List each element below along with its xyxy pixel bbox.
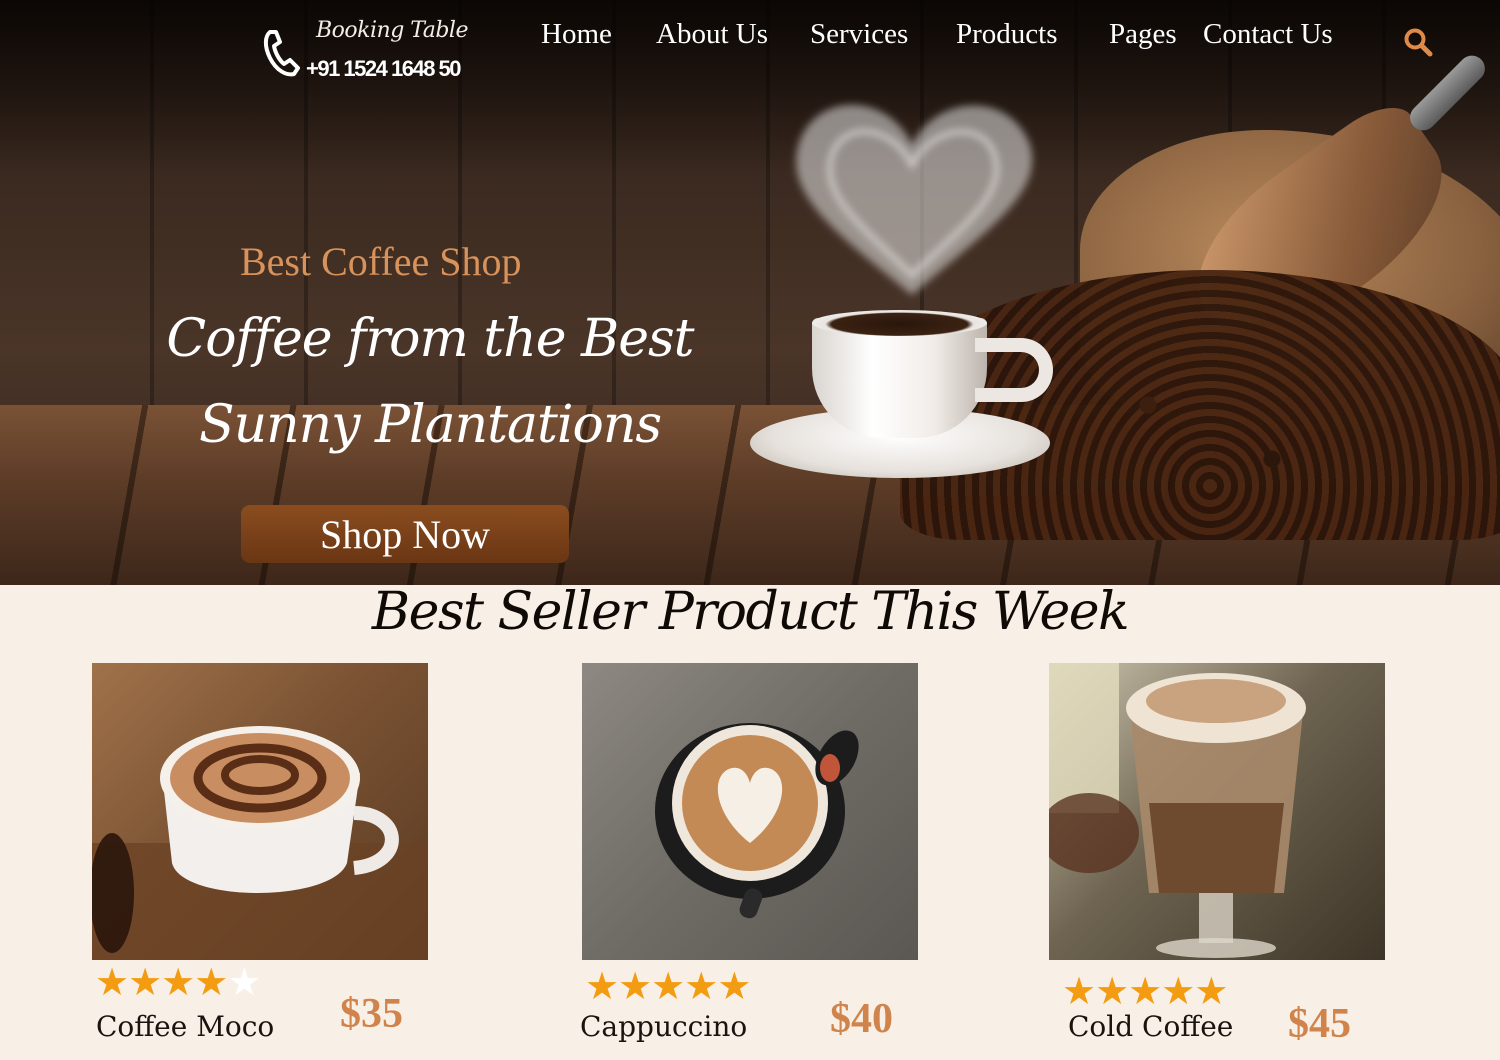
search-icon[interactable] — [1402, 26, 1434, 58]
shop-now-button[interactable]: Shop Now — [241, 505, 569, 563]
rating-cappuccino: ★★★★★ — [585, 964, 751, 1008]
product-image-cold-coffee[interactable] — [1049, 663, 1385, 960]
star-icon: ★ — [651, 964, 685, 1008]
booking-table-contact[interactable]: Booking Table +91 1524 1648 50 — [262, 18, 502, 88]
heart-steam — [796, 104, 1033, 295]
star-icon: ★ — [1161, 969, 1195, 1013]
product-image-coffee-moco[interactable] — [92, 663, 428, 960]
star-icon: ★ — [618, 964, 652, 1008]
star-icon: ★ — [95, 960, 129, 1004]
nav-pages[interactable]: Pages — [1109, 18, 1177, 51]
star-icon: ★ — [684, 964, 718, 1008]
product-name-cappuccino[interactable]: Cappuccino — [580, 1010, 747, 1043]
booking-phone[interactable]: +91 1524 1648 50 — [306, 56, 462, 82]
product-price-cold-coffee: $45 — [1288, 1001, 1351, 1047]
product-price-cappuccino: $40 — [830, 996, 893, 1042]
phone-icon — [263, 30, 300, 77]
star-icon: ★ — [585, 964, 619, 1008]
coffee-surface — [812, 310, 987, 336]
product-price-coffee-moco: $35 — [340, 991, 403, 1037]
hero-title: Coffee from the Best Sunny Plantations — [166, 309, 694, 455]
nav-about-us[interactable]: About Us — [656, 18, 768, 51]
booking-label: Booking Table — [316, 18, 469, 43]
star-icon: ★ — [1194, 969, 1228, 1013]
rating-cold-coffee: ★★★★★ — [1062, 969, 1228, 1013]
cup-handle — [975, 338, 1053, 402]
star-icon: ★ — [1095, 969, 1129, 1013]
nav-services[interactable]: Services — [810, 18, 908, 51]
coffee-beans-pile — [900, 270, 1500, 540]
nav-home[interactable]: Home — [541, 18, 612, 51]
star-icon: ★ — [128, 960, 162, 1004]
star-icon: ★ — [717, 964, 751, 1008]
star-icon: ★ — [161, 960, 195, 1004]
product-image-cappuccino[interactable] — [582, 663, 918, 960]
star-icon: ★ — [227, 960, 261, 1004]
best-seller-title: Best Seller Product This Week — [371, 582, 1130, 642]
nav-contact-us[interactable]: Contact Us — [1203, 18, 1333, 51]
product-name-coffee-moco[interactable]: Coffee Moco — [96, 1010, 274, 1043]
hero-subtitle: Best Coffee Shop — [240, 239, 522, 284]
rating-coffee-moco: ★★★★★ — [95, 960, 261, 1004]
hero-banner — [0, 0, 1500, 585]
nav-products[interactable]: Products — [956, 18, 1058, 51]
star-icon: ★ — [194, 960, 228, 1004]
star-icon: ★ — [1062, 969, 1096, 1013]
star-icon: ★ — [1128, 969, 1162, 1013]
product-name-cold-coffee[interactable]: Cold Coffee — [1068, 1010, 1233, 1043]
coffee-cup — [812, 318, 987, 438]
